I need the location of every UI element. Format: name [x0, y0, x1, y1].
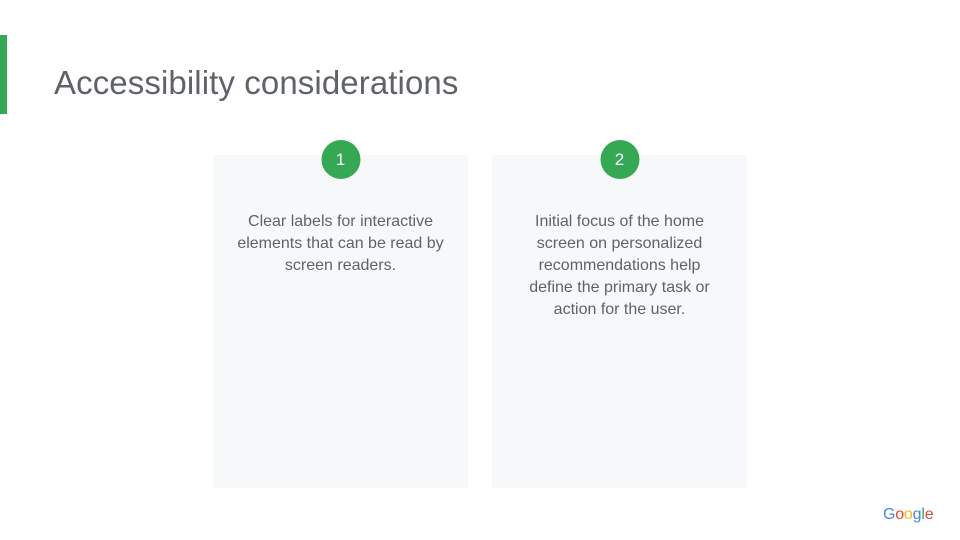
accent-bar: [0, 35, 7, 114]
google-logo: Google: [883, 505, 934, 525]
logo-letter: o: [895, 506, 904, 523]
step-number-badge: 1: [321, 140, 360, 179]
logo-letter: G: [883, 506, 896, 523]
card-2: 2 Initial focus of the home screen on pe…: [492, 140, 747, 488]
step-number-badge: 2: [600, 140, 639, 179]
logo-letter: o: [903, 506, 913, 523]
slide-title: Accessibility considerations: [54, 64, 459, 101]
card-description: Initial focus of the home screen on pers…: [529, 213, 710, 318]
logo-letter: e: [924, 506, 934, 523]
card-1: 1 Clear labels for interactive elements …: [213, 140, 468, 488]
card-description: Clear labels for interactive elements th…: [237, 213, 444, 274]
